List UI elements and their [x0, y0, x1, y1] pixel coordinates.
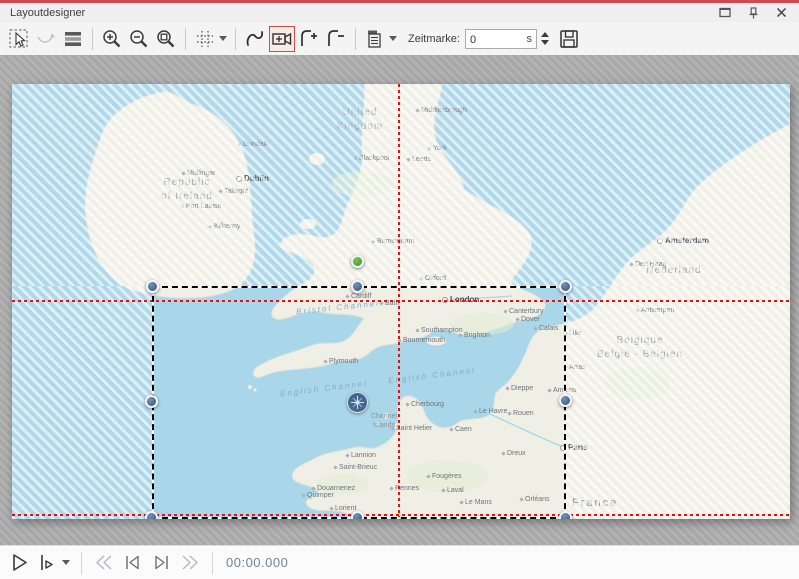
outside-area-hatch — [12, 286, 152, 519]
toolbar-separator — [185, 28, 186, 50]
rewind-button[interactable] — [89, 550, 119, 576]
chevron-down-icon — [389, 36, 397, 41]
zoom-in-icon — [101, 28, 123, 50]
keyframe-add-button[interactable] — [296, 26, 322, 52]
toolbar-separator — [355, 28, 356, 50]
zoom-fit-icon — [155, 28, 177, 50]
play-icon — [11, 553, 29, 572]
object-list-button[interactable] — [362, 26, 388, 52]
grid-button[interactable] — [192, 26, 218, 52]
save-button[interactable] — [556, 26, 582, 52]
toolbar-separator — [92, 28, 93, 50]
zeitmarke-spinner[interactable] — [541, 32, 549, 45]
fast-forward-icon — [180, 554, 200, 571]
object-list-dropdown[interactable] — [389, 26, 399, 52]
workspace: United KingdomRepublic of IrelandNederla… — [0, 55, 799, 545]
keyframe-remove-icon — [325, 28, 347, 50]
toolbar-separator — [235, 28, 236, 50]
camera-icon — [271, 28, 293, 50]
grid-icon — [195, 29, 215, 49]
grid-dropdown[interactable] — [219, 26, 229, 52]
zeitmarke-field: s — [465, 29, 537, 49]
next-frame-button[interactable] — [147, 550, 175, 576]
play-from-marker-button[interactable] — [34, 550, 60, 576]
selection-handle-top-center[interactable] — [351, 280, 364, 293]
spinner-down-icon[interactable] — [541, 40, 549, 45]
layoutdesigner-window: Layoutdesigner — [0, 0, 799, 579]
selection-handle-top-left[interactable] — [146, 280, 159, 293]
selection-rotate-handle[interactable] — [351, 255, 364, 268]
zoom-fit-button[interactable] — [153, 26, 179, 52]
keyframe-remove-button[interactable] — [323, 26, 349, 52]
previous-frame-button[interactable] — [119, 550, 147, 576]
rewind-icon — [94, 554, 114, 571]
previous-frame-icon — [124, 554, 142, 571]
pin-button[interactable] — [743, 5, 763, 21]
selection-move-handle[interactable] — [347, 392, 368, 413]
zeitmarke-input[interactable] — [466, 31, 536, 49]
transport-bar: 00:00.000 — [0, 545, 799, 579]
spinner-up-icon[interactable] — [541, 32, 549, 37]
motion-path-button[interactable] — [242, 26, 268, 52]
title-bar: Layoutdesigner — [0, 0, 799, 22]
transport-separator — [81, 552, 82, 574]
zoom-in-button[interactable] — [99, 26, 125, 52]
outside-area-hatch — [12, 84, 790, 286]
zoom-out-button[interactable] — [126, 26, 152, 52]
selection-handle-bottom-left[interactable] — [145, 511, 158, 519]
outside-area-hatch — [566, 286, 790, 519]
motion-path-icon — [244, 28, 266, 50]
layout-canvas[interactable]: United KingdomRepublic of IrelandNederla… — [12, 84, 790, 519]
select-curve-button[interactable] — [33, 26, 59, 52]
camera-pan-button[interactable] — [269, 26, 295, 52]
next-frame-icon — [152, 554, 170, 571]
keyframe-add-icon — [298, 28, 320, 50]
play-from-marker-icon — [39, 553, 55, 572]
fast-forward-button[interactable] — [175, 550, 205, 576]
maximize-button[interactable] — [715, 5, 735, 21]
zoom-out-icon — [128, 28, 150, 50]
layers-button[interactable] — [60, 26, 86, 52]
close-icon — [776, 7, 787, 18]
select-curve-icon — [35, 28, 57, 50]
pin-icon — [748, 7, 759, 19]
selection-handle-mid-left[interactable] — [145, 395, 158, 408]
zeitmarke-label: Zeitmarke: — [408, 33, 460, 45]
select-arrow-button[interactable] — [6, 26, 32, 52]
layers-icon — [63, 29, 83, 49]
close-button[interactable] — [771, 5, 791, 21]
maximize-icon — [719, 7, 731, 18]
compass-icon — [350, 395, 365, 410]
selection-handle-bottom-right[interactable] — [559, 511, 572, 519]
play-options-dropdown[interactable] — [62, 560, 70, 565]
transport-separator — [212, 552, 213, 574]
save-icon — [559, 29, 579, 49]
selection-handle-top-right[interactable] — [559, 280, 572, 293]
select-arrow-icon — [8, 28, 30, 50]
selection-handle-mid-right[interactable] — [559, 394, 572, 407]
time-display: 00:00.000 — [226, 555, 288, 570]
chevron-down-icon — [219, 36, 227, 41]
selection-handle-bottom-center[interactable] — [351, 511, 364, 519]
toolbar: Zeitmarke: s — [0, 22, 799, 55]
object-list-icon — [365, 29, 385, 49]
window-title: Layoutdesigner — [10, 7, 707, 19]
play-button[interactable] — [6, 550, 34, 576]
